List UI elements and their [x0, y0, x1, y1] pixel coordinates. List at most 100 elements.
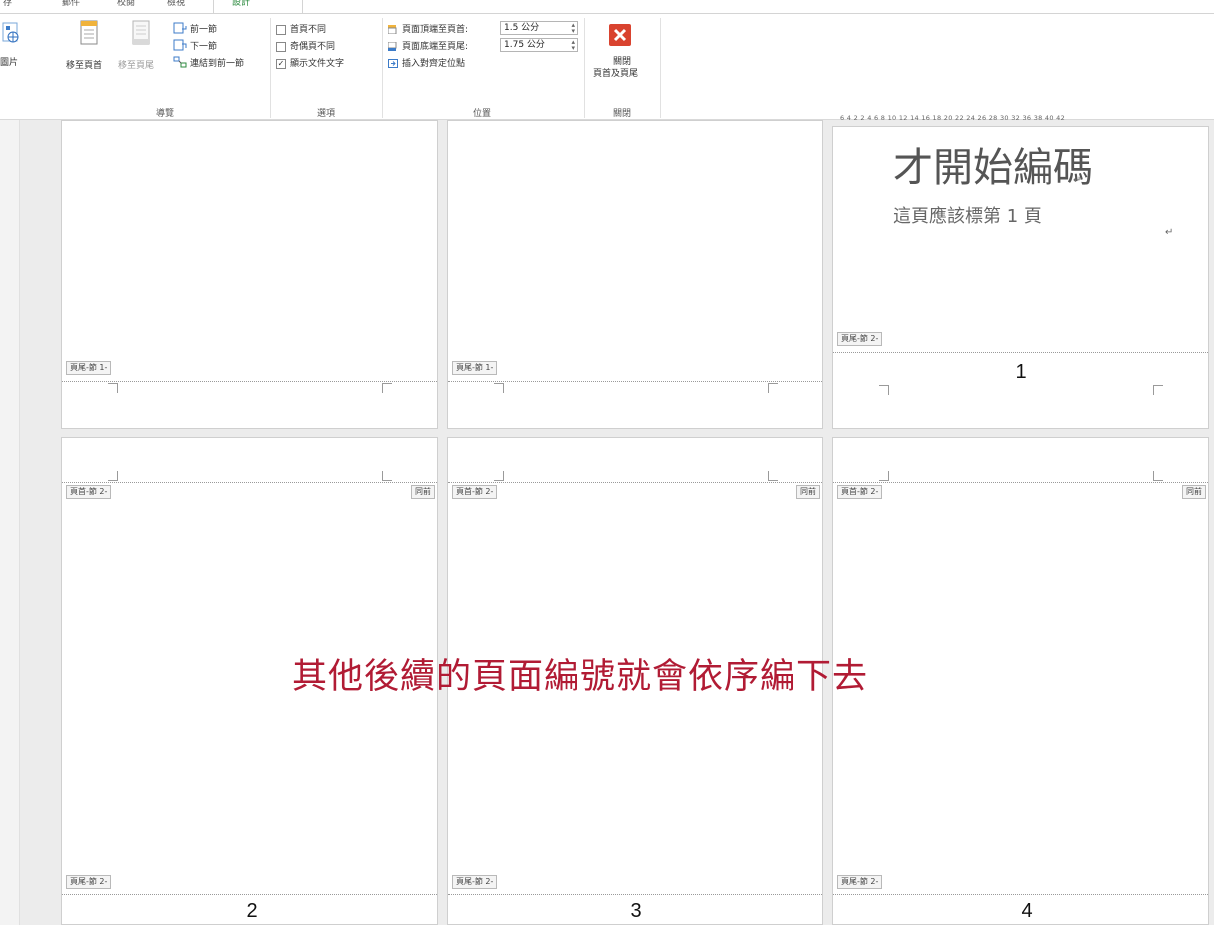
- spinner-arrows-icon[interactable]: ▴ ▾: [571, 22, 575, 35]
- header-top-value: 1.5 公分: [504, 23, 540, 33]
- different-odd-even-checkbox[interactable]: 奇偶頁不同: [276, 39, 335, 52]
- next-section-icon: [173, 39, 187, 51]
- page-number[interactable]: 2: [222, 900, 282, 923]
- header-top-label: 頁面頂端至頁首:: [402, 25, 469, 35]
- horizontal-ruler[interactable]: 6 4 2 2 4 6 8 10 12 14 16 18 20 22 24 26…: [840, 114, 1214, 126]
- header-section-tag: 頁首-節 2-: [452, 485, 498, 499]
- link-previous-button[interactable]: 連結到前一節: [173, 56, 268, 70]
- goto-footer-icon: [132, 20, 150, 45]
- ribbon-tab-bar: 存 郵件 校閱 檢視 設計: [0, 0, 1214, 14]
- tab-review[interactable]: 校閱: [117, 0, 135, 8]
- page-number[interactable]: 4: [997, 900, 1057, 923]
- page-heading: 才開始編碼: [893, 145, 1093, 191]
- page-2[interactable]: 頁尾-節 1-: [447, 120, 823, 429]
- header-divider: [448, 482, 822, 483]
- tab-design[interactable]: 設計: [232, 0, 250, 8]
- previous-section-icon: [173, 22, 187, 34]
- position-group-label: 位置: [472, 109, 491, 119]
- active-tab-frame: [213, 0, 303, 13]
- previous-section-button[interactable]: 前一節: [173, 22, 263, 36]
- same-as-previous-tag: 同前: [1182, 485, 1206, 499]
- link-previous-icon: [173, 56, 187, 68]
- crop-mark: [879, 471, 889, 481]
- footer-divider: [62, 381, 437, 382]
- footer-divider: [448, 894, 822, 895]
- paragraph-mark-icon: ↵: [1073, 175, 1082, 186]
- crop-mark: [879, 385, 889, 395]
- close-icon: [609, 24, 631, 46]
- group-divider: [270, 18, 271, 118]
- header-position-icon: [388, 25, 397, 34]
- footer-divider: [833, 894, 1208, 895]
- annotation-caption: 其他後續的頁面編號就會依序編下去: [292, 657, 869, 697]
- header-section-tag: 頁首-節 2-: [66, 485, 112, 499]
- crop-mark: [108, 383, 118, 393]
- checkbox-box: [276, 24, 286, 35]
- header-divider: [62, 482, 437, 483]
- header-section-tag: 頁首-節 2-: [837, 485, 883, 499]
- crop-mark: [494, 383, 504, 393]
- close-group-label: 關閉: [612, 109, 631, 119]
- footer-section-tag: 頁尾-節 2-: [837, 332, 883, 346]
- show-document-text-label: 顯示文件文字: [290, 59, 345, 69]
- next-section-label: 下一節: [190, 42, 218, 52]
- checkbox-box: [276, 41, 286, 52]
- footer-section-tag: 頁尾-節 2-: [452, 875, 498, 889]
- group-divider: [584, 18, 585, 118]
- navigation-group-label: 導覽: [155, 109, 174, 119]
- ribbon: 圖片 移至頁首 移至頁尾 前一節 下一節 連結到前一節 導覽 首頁不同 奇偶頁不…: [0, 14, 1214, 120]
- header-top-spinner[interactable]: 1.5 公分 ▴ ▾: [500, 21, 578, 35]
- page-number[interactable]: 3: [606, 900, 666, 923]
- footer-bottom-label: 頁面底端至頁尾:: [402, 42, 469, 52]
- page-subheading: 這頁應該標第 1 頁: [893, 206, 1042, 227]
- show-document-text-checkbox[interactable]: ✓ 顯示文件文字: [276, 56, 344, 69]
- crop-mark: [1153, 385, 1163, 395]
- footer-section-tag: 頁尾-節 1-: [452, 361, 498, 375]
- crop-mark: [768, 471, 778, 481]
- checkmark-icon: ✓: [276, 58, 286, 69]
- footer-bottom-spinner[interactable]: 1.75 公分 ▴ ▾: [500, 38, 578, 52]
- goto-header-icon: [80, 20, 98, 45]
- same-as-previous-tag: 同前: [411, 485, 435, 499]
- crop-mark: [108, 471, 118, 481]
- group-divider: [382, 18, 383, 118]
- different-odd-even-label: 奇偶頁不同: [290, 42, 336, 52]
- previous-section-label: 前一節: [190, 25, 218, 35]
- page-number[interactable]: 1: [991, 361, 1051, 384]
- page-1[interactable]: 頁尾-節 1-: [61, 120, 438, 429]
- left-margin-strip: [0, 120, 20, 925]
- paragraph-mark-icon: ↵: [1165, 227, 1174, 238]
- spinner-arrows-icon[interactable]: ▴ ▾: [571, 39, 575, 52]
- tab-partial[interactable]: 存: [3, 0, 12, 8]
- different-first-page-label: 首頁不同: [290, 25, 327, 35]
- close-label-line2: 頁首及頁尾: [593, 69, 639, 79]
- goto-footer-button[interactable]: 移至頁尾: [118, 20, 168, 71]
- picture-button[interactable]: 圖片: [0, 22, 22, 82]
- different-first-page-checkbox[interactable]: 首頁不同: [276, 22, 326, 35]
- page-6[interactable]: 頁首-節 2- 同前 頁尾-節 2- 4: [832, 437, 1209, 925]
- insert-alignment-tab-button[interactable]: 插入對齊定位點: [388, 56, 465, 69]
- footer-section-tag: 頁尾-節 1-: [66, 361, 112, 375]
- goto-footer-label: 移至頁尾: [118, 61, 155, 71]
- next-section-button[interactable]: 下一節: [173, 39, 263, 53]
- footer-divider: [62, 894, 437, 895]
- picture-icon: [2, 22, 19, 43]
- options-group-label: 選項: [316, 109, 335, 119]
- header-top-distance: 頁面頂端至頁首:: [388, 22, 468, 35]
- header-divider: [833, 482, 1208, 483]
- crop-mark: [768, 383, 778, 393]
- picture-label: 圖片: [0, 58, 19, 68]
- footer-bottom-distance: 頁面底端至頁尾:: [388, 39, 468, 52]
- crop-mark: [382, 383, 392, 393]
- footer-divider: [448, 381, 822, 382]
- footer-section-tag: 頁尾-節 2-: [66, 875, 112, 889]
- same-as-previous-tag: 同前: [796, 485, 820, 499]
- insert-tab-icon: [388, 59, 398, 68]
- insert-tab-label: 插入對齊定位點: [402, 59, 466, 69]
- close-header-footer-button[interactable]: 關閉 頁首及頁尾: [588, 24, 658, 94]
- tab-mailings[interactable]: 郵件: [62, 0, 80, 8]
- tab-view[interactable]: 檢視: [167, 0, 185, 8]
- goto-header-button[interactable]: 移至頁首: [64, 20, 114, 71]
- page-3[interactable]: 才開始編碼 ↵ 這頁應該標第 1 頁 ↵ 頁尾-節 2- 1: [832, 126, 1209, 429]
- footer-bottom-value: 1.75 公分: [504, 40, 545, 50]
